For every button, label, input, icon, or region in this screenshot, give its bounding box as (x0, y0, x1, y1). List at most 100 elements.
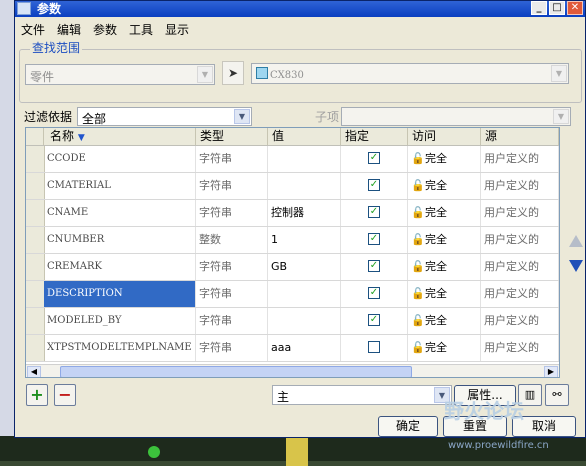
cell-access[interactable]: 🔓完全 (408, 173, 481, 199)
column-value[interactable]: 值 (268, 128, 341, 145)
cell-access[interactable]: 🔓完全 (408, 227, 481, 253)
cell-access[interactable]: 🔓完全 (408, 308, 481, 334)
horizontal-scrollbar[interactable]: ◀ ▶ (26, 364, 559, 377)
maximize-button[interactable]: □ (549, 1, 565, 15)
table-row[interactable]: CMATERIAL 字符串 ✓ 🔓完全 用户定义的 (26, 173, 559, 200)
cell-access[interactable]: 🔓完全 (408, 254, 481, 280)
cell-access[interactable]: 🔓完全 (408, 146, 481, 172)
subitem-select[interactable]: ▼ (341, 107, 571, 126)
remove-parameter-button[interactable]: − (54, 384, 76, 406)
table-row[interactable]: CREMARK 字符串 GB ✓ 🔓完全 用户定义的 (26, 254, 559, 281)
column-access[interactable]: 访问 (408, 128, 481, 145)
designated-checkbox[interactable]: ✓ (368, 179, 380, 191)
binoculars-button[interactable]: ⚯ (545, 384, 569, 406)
cell-value[interactable]: GB (268, 254, 341, 280)
designated-checkbox[interactable] (368, 341, 380, 353)
row-header[interactable] (26, 146, 45, 172)
designated-checkbox[interactable]: ✓ (368, 260, 380, 272)
close-button[interactable]: ✕ (567, 1, 583, 15)
lock-icon: 🔓 (411, 206, 425, 219)
cell-source[interactable]: 用户定义的 (481, 254, 559, 280)
table-row[interactable]: CCODE 字符串 ✓ 🔓完全 用户定义的 (26, 146, 559, 173)
menu-parameters[interactable]: 参数 (93, 21, 117, 38)
cell-type[interactable]: 字符串 (196, 335, 268, 361)
cell-access[interactable]: 🔓完全 (408, 281, 481, 307)
cell-name[interactable]: CCODE (44, 146, 196, 172)
access-text: 完全 (425, 314, 447, 327)
designated-checkbox[interactable]: ✓ (368, 152, 380, 164)
ok-button[interactable]: 确定 (378, 416, 438, 437)
cell-source[interactable]: 用户定义的 (481, 308, 559, 334)
cursor-icon: ➤ (227, 66, 239, 80)
column-designated[interactable]: 指定 (341, 128, 408, 145)
column-type[interactable]: 类型 (196, 128, 268, 145)
select-pointer-button[interactable]: ➤ (222, 61, 244, 85)
designated-checkbox[interactable]: ✓ (368, 314, 380, 326)
cell-access[interactable]: 🔓完全 (408, 200, 481, 226)
cell-name[interactable]: CMATERIAL (44, 173, 196, 199)
cell-value[interactable] (268, 146, 341, 172)
cell-type[interactable]: 字符串 (196, 173, 268, 199)
column-name[interactable]: 名称 ▼ (44, 128, 196, 145)
add-parameter-button[interactable]: + (26, 384, 48, 406)
access-text: 完全 (425, 341, 447, 354)
cell-value[interactable] (268, 281, 341, 307)
menu-display[interactable]: 显示 (165, 21, 189, 38)
cell-type[interactable]: 字符串 (196, 254, 268, 280)
cell-source[interactable]: 用户定义的 (481, 173, 559, 199)
row-header[interactable] (26, 254, 45, 280)
designated-checkbox[interactable]: ✓ (368, 287, 380, 299)
table-row[interactable]: CNUMBER 整数 1 ✓ 🔓完全 用户定义的 (26, 227, 559, 254)
cell-name[interactable]: CNUMBER (44, 227, 196, 253)
row-header[interactable] (26, 308, 45, 334)
table-row[interactable]: XTPSTMODELTEMPLNAME 字符串 aaa 🔓完全 用户定义的 (26, 335, 559, 362)
view-select[interactable]: 主 ▼ (272, 385, 452, 405)
cell-name[interactable]: CNAME (44, 200, 196, 226)
table-row[interactable]: MODELED_BY 字符串 ✓ 🔓完全 用户定义的 (26, 308, 559, 335)
move-down-icon[interactable] (569, 260, 583, 272)
scroll-thumb[interactable] (60, 366, 412, 377)
cell-type[interactable]: 字符串 (196, 200, 268, 226)
scroll-right-icon[interactable]: ▶ (544, 366, 558, 377)
cell-value[interactable]: 1 (268, 227, 341, 253)
cell-name[interactable]: MODELED_BY (44, 308, 196, 334)
object-type-select[interactable]: 零件 ▼ (25, 64, 215, 85)
cell-type[interactable]: 整数 (196, 227, 268, 253)
row-header[interactable] (26, 173, 45, 199)
parameters-dialog: 参数 _ □ ✕ 文件 编辑 参数 工具 显示 查找范围 零件 ▼ ➤ CX83… (14, 0, 586, 438)
row-header[interactable] (26, 335, 45, 361)
cell-access[interactable]: 🔓完全 (408, 335, 481, 361)
menu-file[interactable]: 文件 (21, 21, 45, 38)
cell-source[interactable]: 用户定义的 (481, 146, 559, 172)
cell-name[interactable]: DESCRIPTION (44, 281, 196, 307)
chevron-down-icon: ▼ (553, 109, 569, 124)
cell-type[interactable]: 字符串 (196, 146, 268, 172)
designated-checkbox[interactable]: ✓ (368, 233, 380, 245)
cell-type[interactable]: 字符串 (196, 308, 268, 334)
minimize-button[interactable]: _ (531, 1, 547, 15)
row-header[interactable] (26, 281, 45, 307)
menu-tools[interactable]: 工具 (129, 21, 153, 38)
table-row[interactable]: DESCRIPTION 字符串 ✓ 🔓完全 用户定义的 (26, 281, 559, 308)
cell-source[interactable]: 用户定义的 (481, 335, 559, 361)
menu-edit[interactable]: 编辑 (57, 21, 81, 38)
move-up-icon[interactable] (569, 235, 583, 247)
table-row[interactable]: CNAME 字符串 控制器 ✓ 🔓完全 用户定义的 (26, 200, 559, 227)
designated-checkbox[interactable]: ✓ (368, 206, 380, 218)
cell-value[interactable] (268, 308, 341, 334)
column-source[interactable]: 源 (481, 128, 559, 145)
row-header[interactable] (26, 227, 45, 253)
cell-type[interactable]: 字符串 (196, 281, 268, 307)
cell-value[interactable] (268, 173, 341, 199)
model-select[interactable]: CX830 ▼ (251, 63, 569, 84)
cell-name[interactable]: CREMARK (44, 254, 196, 280)
filter-select[interactable]: 全部 ▼ (77, 107, 252, 126)
cell-source[interactable]: 用户定义的 (481, 227, 559, 253)
cell-name[interactable]: XTPSTMODELTEMPLNAME (44, 335, 196, 361)
cell-value[interactable]: aaa (268, 335, 341, 361)
cell-value[interactable]: 控制器 (268, 200, 341, 226)
row-header[interactable] (26, 200, 45, 226)
cell-source[interactable]: 用户定义的 (481, 200, 559, 226)
scroll-left-icon[interactable]: ◀ (27, 366, 41, 377)
cell-source[interactable]: 用户定义的 (481, 281, 559, 307)
